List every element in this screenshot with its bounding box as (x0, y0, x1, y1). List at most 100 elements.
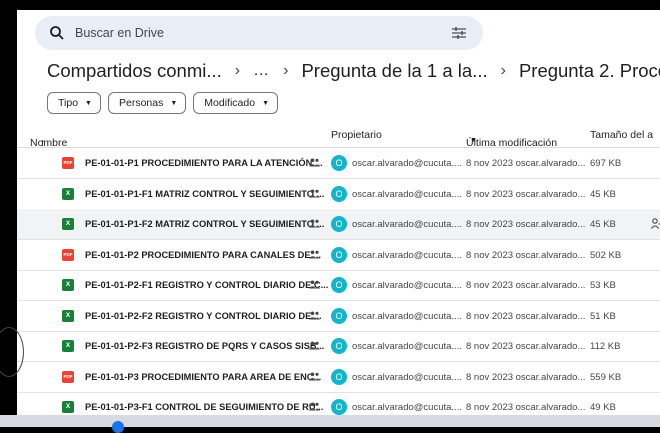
filter-people[interactable]: Personas ▼ (107, 92, 187, 114)
owner-avatar[interactable]: O (331, 277, 347, 293)
file-name[interactable]: PE-01-01-P1 PROCEDIMIENTO PARA LA ATENCI… (85, 158, 323, 168)
last-modified: 8 nov 2023 oscar.alvarado... (466, 280, 586, 291)
pdf-file-icon: PDF (62, 248, 74, 261)
owner-avatar[interactable]: O (331, 155, 347, 171)
last-modified: 8 nov 2023 oscar.alvarado... (466, 249, 586, 261)
owner-avatar[interactable]: O (331, 246, 347, 263)
filter-modified-label: Modificado (204, 97, 256, 109)
file-name[interactable]: PE-01-01-P2-F1 REGISTRO Y CONTROL DIARIO… (85, 280, 328, 290)
file-size: 53 KB (590, 280, 616, 291)
chevron-right-icon: › (283, 62, 289, 79)
chevron-right-icon: › (500, 62, 506, 79)
table-row[interactable]: X PE-01-01-P2-F2 REGISTRO Y CONTROL DIARI… (17, 301, 660, 332)
file-name[interactable]: PE-01-01-P2 PROCEDIMIENTO PARA CANALES D… (85, 250, 321, 260)
file-size: 112 KB (590, 341, 621, 352)
file-size: 51 KB (590, 310, 616, 322)
search-icon (50, 26, 64, 40)
table-row[interactable]: X PE-01-01-P1-F1 MATRIZ CONTROL Y SEGUIMI… (17, 179, 660, 210)
owner-avatar[interactable]: O (331, 399, 347, 415)
file-name[interactable]: PE-01-01-P1-F2 MATRIZ CONTROL Y SEGUIMIE… (85, 219, 324, 229)
file-name[interactable]: PE-01-01-P1-F1 MATRIZ CONTROL Y SEGUIMIE… (85, 189, 324, 199)
shared-icon (309, 280, 320, 289)
breadcrumb-more[interactable]: … (253, 62, 270, 80)
search-options-icon[interactable] (451, 26, 467, 40)
table-row[interactable]: X PE-01-01-P2-F3 REGISTRO DE PQRS Y CASOS… (17, 331, 660, 362)
owner-email: oscar.alvarado@cucuta.... (352, 341, 462, 352)
shared-icon (309, 402, 320, 411)
owner-email: oscar.alvarado@cucuta.... (352, 219, 462, 230)
column-size[interactable]: Tamaño del a (590, 129, 653, 141)
breadcrumb-current-folder[interactable]: Pregunta 2. Procedimie... (519, 60, 660, 82)
caret-down-icon: ▼ (262, 99, 269, 107)
filter-type[interactable]: Tipo ▼ (47, 92, 101, 114)
breadcrumb-shared-with-me[interactable]: Compartidos conmi... (47, 60, 222, 82)
filter-type-label: Tipo (58, 97, 79, 109)
last-modified: 8 nov 2023 oscar.alvarado... (466, 158, 586, 169)
pdf-file-icon: PDF (62, 370, 74, 383)
chevron-right-icon: › (234, 62, 241, 79)
column-owner[interactable]: Propietario (331, 129, 382, 141)
pdf-file-icon: PDF (62, 157, 74, 169)
table-row[interactable]: PDF PE-01-01-P3 PROCEDIMIENTO PARA AREA D… (17, 362, 660, 393)
sheets-file-icon: X (62, 279, 74, 291)
file-size: 697 KB (590, 158, 622, 169)
shared-icon (309, 219, 320, 228)
shared-icon (309, 311, 320, 319)
table-row[interactable]: X PE-01-01-P3-F1 CONTROL DE SEGUIMIENTO D… (17, 392, 660, 415)
caret-down-icon: ▼ (470, 137, 477, 144)
app-icon[interactable] (112, 421, 124, 433)
sheets-file-icon: X (62, 309, 74, 322)
drive-window: Buscar en Drive Compartidos conmi... › …… (17, 10, 660, 415)
file-size: 45 KB (590, 219, 616, 230)
owner-email: oscar.alvarado@cucuta.... (352, 371, 462, 383)
caret-down-icon: ▼ (170, 99, 178, 107)
table-header: Nombre ↑ Propietario Última modificación… (17, 121, 660, 149)
table-row[interactable]: PDF PE-01-01-P1 PROCEDIMIENTO PARA LA ATE… (17, 148, 660, 179)
table-row[interactable]: X PE-01-01-P2-F1 REGISTRO Y CONTROL DIARI… (17, 270, 660, 301)
table-row[interactable]: X PE-01-01-P1-F2 MATRIZ CONTROL Y SEGUIMI… (17, 209, 660, 240)
file-size: 49 KB (590, 402, 616, 413)
owner-email: oscar.alvarado@cucuta.... (352, 249, 462, 261)
sheets-file-icon: X (62, 218, 74, 230)
file-name[interactable]: PE-01-01-P3 PROCEDIMIENTO PARA AREA DE E… (85, 372, 321, 382)
owner-email: oscar.alvarado@cucuta.... (352, 310, 462, 322)
sheets-file-icon: X (62, 340, 74, 352)
shared-icon (309, 341, 320, 350)
search-input[interactable]: Buscar en Drive (75, 26, 164, 40)
filter-chips: Tipo ▼ Personas ▼ Modificado ▼ (47, 92, 278, 114)
filter-people-label: Personas (118, 97, 164, 109)
shared-icon (309, 372, 320, 380)
last-modified: 8 nov 2023 oscar.alvarado... (466, 341, 586, 352)
caret-down-icon: ▼ (85, 99, 92, 107)
sheets-file-icon: X (62, 187, 74, 200)
file-name[interactable]: PE-01-01-P3-F1 CONTROL DE SEGUIMIENTO DE… (85, 402, 323, 412)
filter-modified[interactable]: Modificado ▼ (193, 92, 278, 114)
shared-icon (309, 189, 320, 197)
table-row[interactable]: PDF PE-01-01-P2 PROCEDIMIENTO PARA CANALE… (17, 240, 660, 271)
file-size: 45 KB (590, 188, 616, 200)
last-modified: 8 nov 2023 oscar.alvarado... (466, 402, 586, 413)
file-size: 502 KB (590, 249, 622, 261)
owner-email: oscar.alvarado@cucuta.... (352, 188, 462, 200)
owner-avatar[interactable]: O (331, 216, 347, 232)
taskbar (0, 415, 660, 433)
file-name[interactable]: PE-01-01-P2-F2 REGISTRO Y CONTROL DIARIO… (85, 311, 322, 321)
breadcrumb: Compartidos conmi... › … › Pregunta de l… (47, 56, 660, 86)
owner-avatar[interactable]: O (331, 338, 347, 354)
owner-email: oscar.alvarado@cucuta.... (352, 280, 462, 291)
file-name[interactable]: PE-01-01-P2-F3 REGISTRO DE PQRS Y CASOS … (85, 341, 324, 351)
shared-icon (309, 250, 320, 258)
shared-icon (309, 158, 320, 167)
owner-avatar[interactable]: O (331, 307, 347, 324)
sheets-file-icon: X (62, 401, 74, 413)
last-modified: 8 nov 2023 oscar.alvarado... (466, 310, 586, 322)
share-icon[interactable] (651, 218, 660, 229)
owner-avatar[interactable]: O (331, 185, 347, 202)
file-size: 559 KB (590, 371, 622, 383)
last-modified: 8 nov 2023 oscar.alvarado... (466, 371, 586, 383)
last-modified: 8 nov 2023 oscar.alvarado... (466, 219, 586, 230)
last-modified: 8 nov 2023 oscar.alvarado... (466, 188, 586, 200)
search-bar[interactable]: Buscar en Drive (35, 16, 483, 50)
owner-avatar[interactable]: O (331, 368, 347, 385)
breadcrumb-folder-pregunta-1[interactable]: Pregunta de la 1 a la... (301, 60, 487, 82)
